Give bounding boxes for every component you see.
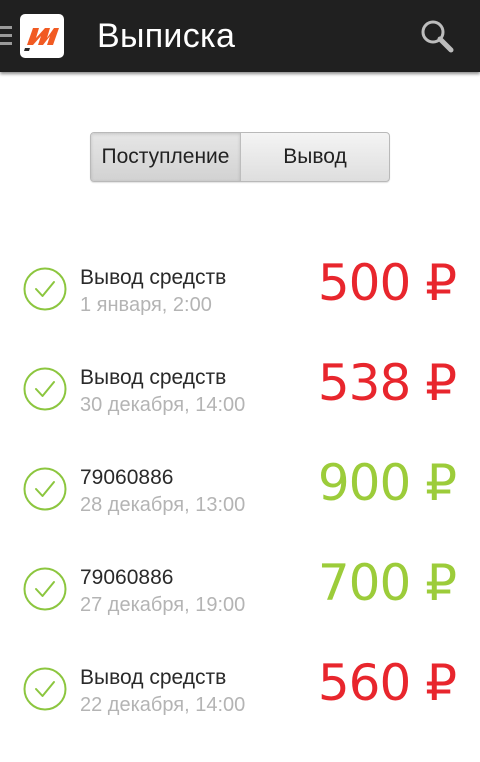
transaction-title: 79060886 [80,566,174,589]
transaction-amount: 500 ₽ [317,254,457,312]
transaction-title: Вывод средств [80,266,227,289]
segmented-control: Поступление Вывод [90,132,390,182]
transaction-amount: 560 ₽ [317,654,457,712]
transaction-date: 28 декабря, 13:00 [80,494,246,516]
check-circle-icon [22,466,68,512]
check-circle-icon [22,566,68,612]
page-title: Выписка [97,17,236,55]
search-icon[interactable] [418,18,458,54]
action-bar: Выписка [0,0,480,72]
transaction-amount: 538 ₽ [317,354,457,412]
hamburger-icon[interactable] [0,26,12,46]
transaction-date: 30 декабря, 14:00 [80,394,246,416]
tab-withdrawal[interactable]: Вывод [241,133,389,181]
transaction-amount: 700 ₽ [317,554,457,612]
transaction-row[interactable]: 79060886 28 декабря, 13:00 900 ₽ [0,452,480,552]
app-logo[interactable] [20,14,64,58]
transaction-title: Вывод средств [80,366,227,389]
check-circle-icon [22,266,68,312]
transaction-row[interactable]: 79060886 27 декабря, 19:00 700 ₽ [0,552,480,652]
transaction-amount: 900 ₽ [317,454,457,512]
tab-incoming[interactable]: Поступление [91,133,240,181]
check-circle-icon [22,366,68,412]
transaction-title: 79060886 [80,466,174,489]
transaction-row[interactable]: Вывод средств 1 января, 2:00 500 ₽ [0,252,480,352]
check-circle-icon [22,666,68,712]
transaction-date: 1 января, 2:00 [80,294,212,316]
transaction-date: 22 декабря, 14:00 [80,694,246,716]
transaction-row[interactable]: Вывод средств 22 декабря, 14:00 560 ₽ [0,652,480,752]
transaction-date: 27 декабря, 19:00 [80,594,246,616]
transaction-row[interactable]: Вывод средств 30 декабря, 14:00 538 ₽ [0,352,480,452]
transaction-title: Вывод средств [80,666,227,689]
